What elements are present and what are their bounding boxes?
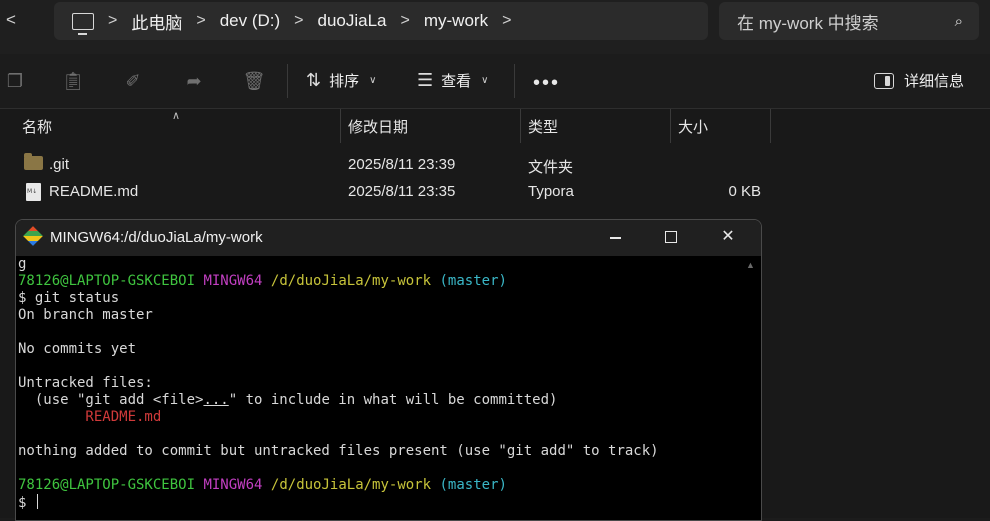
- terminal-line: Untracked files:: [18, 375, 153, 391]
- minimize-icon[interactable]: [610, 237, 621, 239]
- text-cursor: [36, 494, 38, 509]
- prompt-user: 78126@LAPTOP-GSKCEBOI: [18, 477, 196, 493]
- column-divider[interactable]: [670, 109, 671, 143]
- column-header-name[interactable]: 名称: [22, 109, 52, 143]
- search-box[interactable]: 在 my-work 中搜索 ⌕: [719, 2, 979, 40]
- search-icon[interactable]: ⌕: [955, 13, 963, 30]
- breadcrumb-separator-icon[interactable]: >: [196, 12, 205, 30]
- breadcrumb-my-work[interactable]: my-work: [424, 11, 488, 31]
- terminal-prompt: 78126@LAPTOP-GSKCEBOI MINGW64 /d/duoJiaL…: [18, 273, 740, 290]
- sort-icon: ⇅: [306, 70, 322, 90]
- file-modified: 2025/8/11 23:39: [348, 156, 456, 173]
- view-icon: ☰: [417, 70, 434, 90]
- delete-icon[interactable]: 🗑︎: [243, 70, 266, 92]
- terminal-command: $ git status: [18, 290, 120, 306]
- prompt-path: /d/duoJiaLa/my-work: [270, 477, 432, 493]
- more-options-button[interactable]: •••: [533, 72, 560, 95]
- toolbar-divider: [514, 64, 515, 98]
- breadcrumb-duojiala[interactable]: duoJiaLa: [318, 11, 387, 31]
- terminal-line: g: [18, 256, 27, 272]
- scroll-up-icon[interactable]: ▲: [746, 260, 755, 270]
- column-header-size[interactable]: 大小: [678, 109, 708, 143]
- git-icon: [23, 226, 43, 246]
- file-row[interactable]: .git 2025/8/11 23:39 文件夹: [0, 152, 990, 178]
- sort-ascending-icon: ∧: [172, 110, 181, 122]
- breadcrumb-this-pc[interactable]: 此电脑: [131, 9, 182, 34]
- command-bar: ❐ 📋︎ ✐ ➦ 🗑︎ ⇅ 排序 ∨ ☰ 查看 ∨ ••• 详细信息: [0, 54, 990, 108]
- terminal-title-bar[interactable]: MINGW64:/d/duoJiaLa/my-work ✕: [16, 220, 761, 256]
- view-label: 查看: [441, 73, 472, 90]
- file-size: 0 KB: [728, 183, 761, 200]
- breadcrumb-separator-icon[interactable]: >: [108, 12, 117, 30]
- file-name: .git: [49, 156, 70, 173]
- column-divider[interactable]: [520, 109, 521, 143]
- terminal-output[interactable]: g 78126@LAPTOP-GSKCEBOI MINGW64 /d/duoJi…: [18, 256, 740, 518]
- search-input[interactable]: 在 my-work 中搜索: [737, 9, 955, 34]
- terminal-blank: [18, 358, 740, 375]
- paste-icon[interactable]: 📋︎: [62, 70, 85, 92]
- breadcrumb-separator-icon[interactable]: >: [294, 12, 303, 30]
- computer-icon[interactable]: [72, 12, 94, 35]
- terminal-line: No commits yet: [18, 341, 137, 357]
- nav-arrow-icon[interactable]: <: [6, 10, 16, 30]
- untracked-file: README.md: [18, 409, 162, 425]
- file-name: README.md: [49, 183, 139, 200]
- share-icon[interactable]: ➦: [183, 70, 205, 92]
- sort-label: 排序: [329, 73, 360, 90]
- terminal-title: MINGW64:/d/duoJiaLa/my-work: [50, 229, 263, 246]
- file-type: 文件夹: [528, 159, 574, 176]
- maximize-icon[interactable]: [665, 231, 677, 243]
- details-pane-icon: [874, 72, 894, 89]
- breadcrumb-drive[interactable]: dev (D:): [220, 11, 280, 31]
- file-modified: 2025/8/11 23:35: [348, 183, 456, 200]
- terminal-line: On branch master: [18, 307, 153, 323]
- breadcrumb-separator-icon[interactable]: >: [401, 12, 410, 30]
- hint-part: (use "git add <file>: [18, 392, 204, 408]
- terminal-input-line[interactable]: $: [18, 494, 740, 511]
- hint-part: " to include in what will be committed): [228, 392, 558, 408]
- terminal-blank: [18, 426, 740, 443]
- terminal-hint: (use "git add <file>..." to include in w…: [18, 392, 740, 409]
- markdown-file-icon: [26, 183, 41, 201]
- copy-icon[interactable]: ❐: [4, 70, 26, 92]
- terminal-window[interactable]: MINGW64:/d/duoJiaLa/my-work ✕ g 78126@LA…: [15, 219, 762, 521]
- terminal-scrollbar[interactable]: ▲: [741, 256, 761, 518]
- prompt-branch: (master): [439, 477, 507, 493]
- details-label: 详细信息: [904, 73, 965, 90]
- address-bar[interactable]: > 此电脑 > dev (D:) > duoJiaLa > my-work >: [54, 2, 708, 40]
- breadcrumb-separator-icon[interactable]: >: [502, 12, 511, 30]
- chevron-down-icon: ∨: [369, 75, 377, 86]
- prompt-branch: (master): [439, 273, 507, 289]
- terminal-line: nothing added to commit but untracked fi…: [18, 443, 659, 459]
- input-prompt: $: [18, 495, 35, 511]
- file-type: Typora: [528, 183, 574, 200]
- rename-icon[interactable]: ✐: [122, 70, 144, 92]
- column-divider[interactable]: [340, 109, 341, 143]
- toolbar-divider: [287, 64, 288, 98]
- terminal-blank: [18, 460, 740, 477]
- terminal-blank: [18, 324, 740, 341]
- column-header-modified[interactable]: 修改日期: [348, 109, 408, 143]
- prompt-path: /d/duoJiaLa/my-work: [270, 273, 432, 289]
- explorer-top-bar: < > 此电脑 > dev (D:) > duoJiaLa > my-work …: [0, 0, 990, 54]
- column-divider[interactable]: [770, 109, 771, 143]
- chevron-down-icon: ∨: [481, 75, 489, 86]
- prompt-system: MINGW64: [203, 273, 263, 289]
- view-button[interactable]: ☰ 查看 ∨: [417, 70, 488, 91]
- prompt-system: MINGW64: [203, 477, 263, 493]
- hint-ellipsis-link[interactable]: ...: [203, 392, 228, 408]
- sort-button[interactable]: ⇅ 排序 ∨: [306, 70, 376, 91]
- close-icon[interactable]: ✕: [716, 226, 740, 246]
- file-row[interactable]: README.md 2025/8/11 23:35 Typora 0 KB: [0, 179, 990, 205]
- folder-icon: [24, 153, 43, 170]
- details-pane-button[interactable]: 详细信息: [874, 70, 964, 91]
- column-header-type[interactable]: 类型: [528, 109, 558, 143]
- terminal-prompt: 78126@LAPTOP-GSKCEBOI MINGW64 /d/duoJiaL…: [18, 477, 740, 494]
- prompt-user: 78126@LAPTOP-GSKCEBOI: [18, 273, 196, 289]
